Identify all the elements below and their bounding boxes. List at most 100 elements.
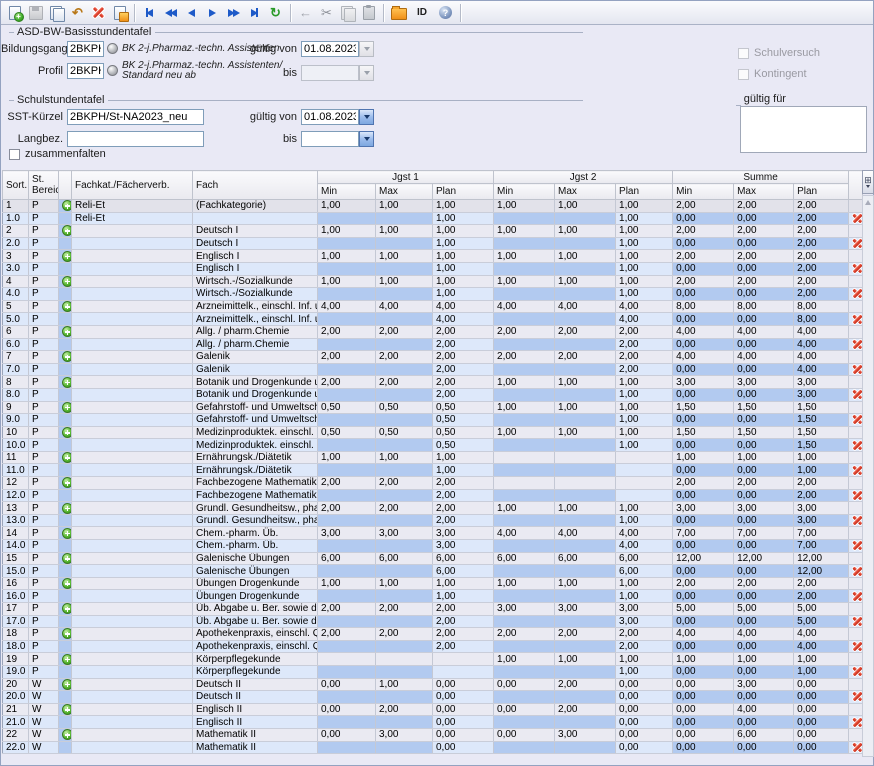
cell-sort[interactable]: 1.0 [3,212,29,225]
cell-jgst2-min[interactable] [494,288,555,301]
table-row[interactable]: 11PErnährungsk./Diätetik1,001,001,001,00… [3,451,863,464]
cell-jgst2-min[interactable]: 0,00 [494,728,555,741]
cell-jgst2-plan[interactable]: 2,00 [616,325,673,338]
nav-prev-fast-button[interactable] [160,3,181,23]
cell-st-bereich[interactable]: P [29,615,59,628]
cell-jgst2-plan[interactable]: 6,00 [616,565,673,578]
delete-row-button[interactable] [852,440,863,451]
cell-fach[interactable]: Körperpflegekunde [193,665,318,678]
cell-summe-plan[interactable]: 1,00 [794,464,849,477]
cell-summe-max[interactable]: 0,00 [734,615,794,628]
cell-jgst2-plan[interactable]: 1,00 [616,225,673,238]
add-row-button[interactable] [62,351,72,362]
cell-summe-min[interactable]: 0,00 [673,540,734,553]
delete-row-button[interactable] [852,515,863,526]
cell-jgst1-plan[interactable]: 1,00 [433,262,494,275]
cell-summe-max[interactable]: 7,00 [734,527,794,540]
cell-fachkat[interactable] [72,590,193,603]
cell-jgst1-plan[interactable]: 3,00 [433,540,494,553]
cell-jgst1-plan[interactable]: 2,00 [433,363,494,376]
cell-jgst1-max[interactable] [376,615,433,628]
cell-jgst1-min[interactable]: 1,00 [318,250,376,263]
cell-st-bereich[interactable]: P [29,225,59,238]
add-row-button[interactable] [62,251,72,262]
cell-summe-min[interactable]: 0,00 [673,212,734,225]
cell-summe-plan[interactable]: 1,50 [794,439,849,452]
cell-fachkat[interactable] [72,577,193,590]
cell-summe-min[interactable]: 1,00 [673,653,734,666]
cell-jgst2-min[interactable] [494,640,555,653]
add-row-button[interactable] [62,679,72,690]
cell-sort[interactable]: 21 [3,703,29,716]
cell-sort[interactable]: 10.0 [3,439,29,452]
cell-jgst1-plan[interactable]: 1,00 [433,288,494,301]
cell-jgst1-min[interactable] [318,653,376,666]
cell-summe-min[interactable]: 2,00 [673,200,734,213]
cell-summe-plan[interactable]: 2,00 [794,489,849,502]
cell-jgst2-max[interactable] [555,414,616,427]
cell-jgst1-plan[interactable]: 2,00 [433,388,494,401]
table-row[interactable]: 18PApothekenpraxis, einschl. QM u. ...2,… [3,628,863,641]
langbez-input[interactable] [67,131,204,147]
cell-jgst1-min[interactable]: 2,00 [318,376,376,389]
cell-summe-min[interactable]: 0,00 [673,741,734,754]
table-row[interactable]: 10PMedizinproduktek. einschl. Inf. u....… [3,426,863,439]
cell-sort[interactable]: 5 [3,300,29,313]
cell-summe-plan[interactable]: 2,00 [794,477,849,490]
table-row[interactable]: 17PÜb. Abgabe u. Ber. sowie dig. Tec...2… [3,603,863,616]
cell-jgst2-plan[interactable]: 1,00 [616,426,673,439]
cell-st-bereich[interactable]: P [29,351,59,364]
cell-summe-max[interactable]: 0,00 [734,540,794,553]
cell-jgst2-min[interactable] [494,338,555,351]
cell-st-bereich[interactable]: P [29,288,59,301]
cell-sort[interactable]: 22 [3,728,29,741]
cell-fach[interactable]: Üb. Abgabe u. Ber. sowie dig. Tec... [193,615,318,628]
cell-jgst1-max[interactable]: 1,00 [376,451,433,464]
cell-sort[interactable]: 11.0 [3,464,29,477]
cell-fach[interactable]: Ernährungsk./Diätetik [193,464,318,477]
cell-st-bereich[interactable]: P [29,514,59,527]
cell-jgst2-max[interactable]: 2,00 [555,351,616,364]
cell-fach[interactable]: Galenik [193,351,318,364]
cell-sort[interactable]: 16.0 [3,590,29,603]
cell-summe-plan[interactable]: 4,00 [794,338,849,351]
cell-jgst1-min[interactable]: 0,00 [318,678,376,691]
cell-summe-plan[interactable]: 4,00 [794,628,849,641]
cell-jgst2-min[interactable]: 4,00 [494,300,555,313]
cell-summe-max[interactable]: 2,00 [734,275,794,288]
cell-summe-max[interactable]: 1,00 [734,653,794,666]
cell-summe-plan[interactable]: 4,00 [794,363,849,376]
cell-summe-min[interactable]: 8,00 [673,300,734,313]
add-row-button[interactable] [62,729,72,740]
cell-summe-plan[interactable]: 3,00 [794,376,849,389]
cell-jgst2-plan[interactable]: 3,00 [616,603,673,616]
cell-jgst2-min[interactable] [494,464,555,477]
cell-summe-max[interactable]: 0,00 [734,288,794,301]
cell-summe-plan[interactable]: 3,00 [794,502,849,515]
cell-sort[interactable]: 7 [3,351,29,364]
cell-fachkat[interactable] [72,527,193,540]
cell-jgst2-plan[interactable]: 1,00 [616,250,673,263]
cell-sort[interactable]: 3 [3,250,29,263]
cell-jgst1-min[interactable]: 1,00 [318,275,376,288]
cell-sort[interactable]: 14 [3,527,29,540]
cell-fachkat[interactable] [72,225,193,238]
cell-fachkat[interactable] [72,451,193,464]
duplicate-record-button[interactable] [46,3,67,23]
new-record-button[interactable]: + [4,3,25,23]
cell-jgst1-plan[interactable]: 0,50 [433,414,494,427]
cell-jgst2-plan[interactable]: 4,00 [616,527,673,540]
cell-sort[interactable]: 6.0 [3,338,29,351]
cell-summe-plan[interactable]: 4,00 [794,325,849,338]
cell-jgst2-plan[interactable]: 2,00 [616,338,673,351]
cell-summe-max[interactable]: 1,50 [734,401,794,414]
cell-jgst2-min[interactable] [494,540,555,553]
cell-summe-min[interactable]: 0,00 [673,363,734,376]
klassengruppen-listbox[interactable] [740,106,867,153]
cell-summe-plan[interactable]: 1,50 [794,414,849,427]
cell-jgst1-min[interactable] [318,464,376,477]
cell-jgst2-plan[interactable] [616,451,673,464]
cell-st-bereich[interactable]: W [29,691,59,704]
cell-jgst1-max[interactable] [376,640,433,653]
cell-summe-min[interactable]: 3,00 [673,502,734,515]
